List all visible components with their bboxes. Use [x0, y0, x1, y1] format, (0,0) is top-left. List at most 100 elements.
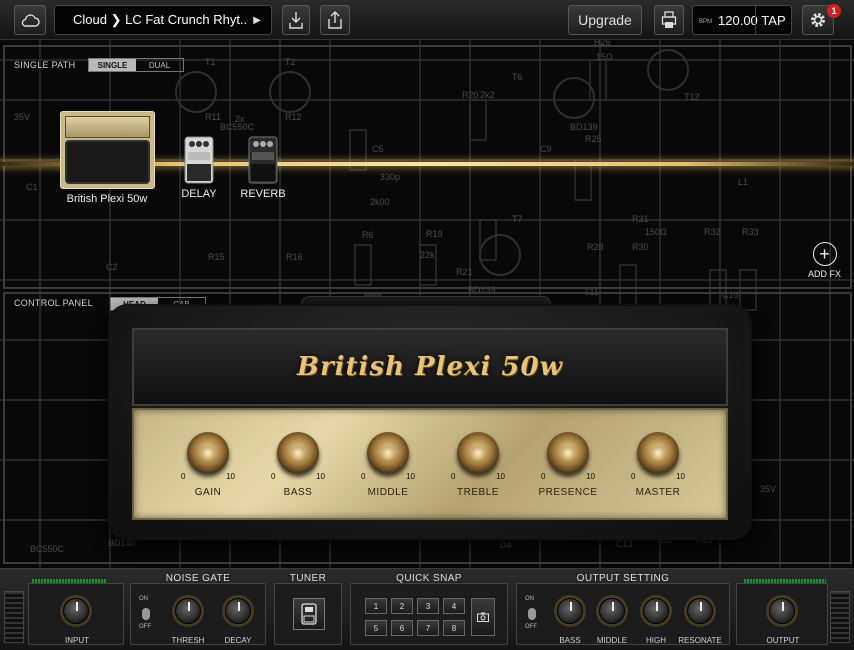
top-toolbar: Cloud ❯ LC Fat Crunch Rhyt... ▶ Upgrade … — [0, 0, 854, 40]
snap-button-7[interactable]: 7 — [417, 620, 439, 636]
snap-button-5[interactable]: 5 — [365, 620, 387, 636]
scale-min: 0 — [541, 472, 546, 481]
decay-label: DECAY — [224, 636, 252, 645]
out-resonate-label: RESONATE — [678, 636, 722, 645]
output-switch-lever — [528, 608, 536, 620]
tuner-pedal-icon — [301, 603, 317, 625]
master-label: MASTER — [635, 487, 681, 498]
gain-label: GAIN — [194, 487, 222, 498]
bottom-control-bar: INPUT NOISE GATE ON OFF THRESH DECAY TUN… — [0, 568, 854, 650]
delay-pedal-icon — [184, 136, 214, 184]
output-off-label: OFF — [525, 624, 537, 630]
noise-gate-off-label: OFF — [139, 624, 151, 630]
treble-knob[interactable] — [457, 432, 499, 474]
tap-button[interactable]: TAP — [755, 6, 791, 34]
scale-max: 10 — [226, 472, 235, 481]
presence-control: 0 10 PRESENCE — [538, 432, 598, 498]
scale-max: 10 — [586, 472, 595, 481]
noise-gate-on-label: ON — [139, 596, 148, 602]
notification-badge: 1 — [827, 4, 841, 18]
add-fx-button[interactable]: + ADD FX — [808, 242, 841, 279]
app-window: Cloud ❯ LC Fat Crunch Rhyt... ▶ Upgrade … — [0, 0, 854, 650]
input-knob[interactable] — [63, 598, 89, 624]
decay-knob[interactable] — [225, 598, 251, 624]
upgrade-button[interactable]: Upgrade — [568, 5, 642, 35]
presence-label: PRESENCE — [538, 487, 598, 498]
amp-block[interactable]: British Plexi 50w — [58, 111, 156, 205]
dual-mode-button[interactable]: DUAL — [136, 59, 183, 71]
play-arrow-icon: ▶ — [253, 14, 261, 26]
download-button[interactable] — [282, 5, 310, 35]
master-knob[interactable] — [637, 432, 679, 474]
bass-knob[interactable] — [277, 432, 319, 474]
share-button[interactable] — [320, 5, 350, 35]
input-section: INPUT — [28, 583, 124, 645]
print-button[interactable] — [654, 5, 684, 35]
snap-button-8[interactable]: 8 — [443, 620, 465, 636]
out-bass-label: BASS — [559, 636, 581, 645]
treble-control: 0 10 TREBLE — [448, 432, 508, 498]
snap-button-4[interactable]: 4 — [443, 598, 465, 614]
out-high-knob[interactable] — [643, 598, 669, 624]
gear-icon — [811, 13, 825, 27]
bass-label: BASS — [283, 487, 313, 498]
amp-head: British Plexi 50w 0 10 GAIN 0 10 BASS 0 10 … — [110, 306, 750, 538]
noise-gate-switch[interactable]: ON OFF — [139, 596, 151, 632]
out-middle-label: MIDDLE — [596, 636, 628, 645]
snap-button-6[interactable]: 6 — [391, 620, 413, 636]
bpm-label: BPM — [699, 19, 713, 25]
plus-icon: + — [812, 242, 837, 266]
middle-knob[interactable] — [367, 432, 409, 474]
reverb-label: REVERB — [240, 188, 286, 200]
reverb-pedal[interactable]: REVERB — [240, 136, 286, 200]
output-section: OUTPUT — [736, 583, 828, 645]
out-bass-knob[interactable] — [557, 598, 583, 624]
cloud-button[interactable] — [14, 5, 46, 35]
print-icon — [661, 11, 677, 28]
scale-min: 0 — [361, 472, 366, 481]
out-resonate-knob[interactable] — [687, 598, 713, 624]
preset-name: Cloud ❯ LC Fat Crunch Rhyt... — [73, 12, 248, 27]
preset-selector[interactable]: Cloud ❯ LC Fat Crunch Rhyt... ▶ — [54, 5, 272, 35]
scale-max: 10 — [406, 472, 415, 481]
output-setting-switch[interactable]: ON OFF — [525, 596, 537, 632]
delay-pedal[interactable]: DELAY — [178, 136, 220, 200]
bpm-value[interactable]: 120.00 — [718, 13, 758, 28]
scale-max: 10 — [316, 472, 325, 481]
snap-button-3[interactable]: 3 — [417, 598, 439, 614]
scale-min: 0 — [631, 472, 636, 481]
reverb-pedal-icon — [248, 136, 278, 184]
amp-title: British Plexi 50w — [297, 352, 563, 382]
out-middle-knob[interactable] — [599, 598, 625, 624]
snap-camera-button[interactable] — [471, 598, 495, 636]
share-icon — [328, 11, 342, 29]
amp-thumbnail — [59, 111, 155, 189]
signal-path-label: SINGLE PATH — [14, 60, 76, 70]
presence-knob[interactable] — [547, 432, 589, 474]
tuner-section — [274, 583, 342, 645]
output-label: OUTPUT — [766, 636, 800, 645]
left-grill — [4, 591, 24, 643]
single-mode-button[interactable]: SINGLE — [89, 59, 136, 71]
bpm-display[interactable]: BPM 120.00 TAP — [692, 5, 792, 35]
snap-button-2[interactable]: 2 — [391, 598, 413, 614]
tuner-button[interactable] — [293, 598, 325, 630]
amp-control-face: 0 10 GAIN 0 10 BASS 0 10 MIDDLE 0 10 TREBLE … — [132, 408, 728, 520]
output-on-label: ON — [525, 596, 534, 602]
delay-label: DELAY — [181, 188, 217, 200]
control-panel-label: CONTROL PANEL — [14, 298, 93, 308]
thresh-knob[interactable] — [175, 598, 201, 624]
middle-label: MIDDLE — [367, 487, 409, 498]
output-knob[interactable] — [769, 598, 795, 624]
snap-button-1[interactable]: 1 — [365, 598, 387, 614]
gain-knob[interactable] — [187, 432, 229, 474]
treble-label: TREBLE — [457, 487, 499, 498]
quick-snap-section: 1 2 3 4 5 6 7 8 — [350, 583, 508, 645]
amp-top-panel: British Plexi 50w — [132, 328, 728, 406]
scale-min: 0 — [181, 472, 186, 481]
right-grill — [830, 591, 850, 643]
add-fx-label: ADD FX — [808, 269, 842, 279]
scale-min: 0 — [271, 472, 276, 481]
noise-gate-switch-lever — [142, 608, 150, 620]
camera-icon — [477, 612, 489, 622]
